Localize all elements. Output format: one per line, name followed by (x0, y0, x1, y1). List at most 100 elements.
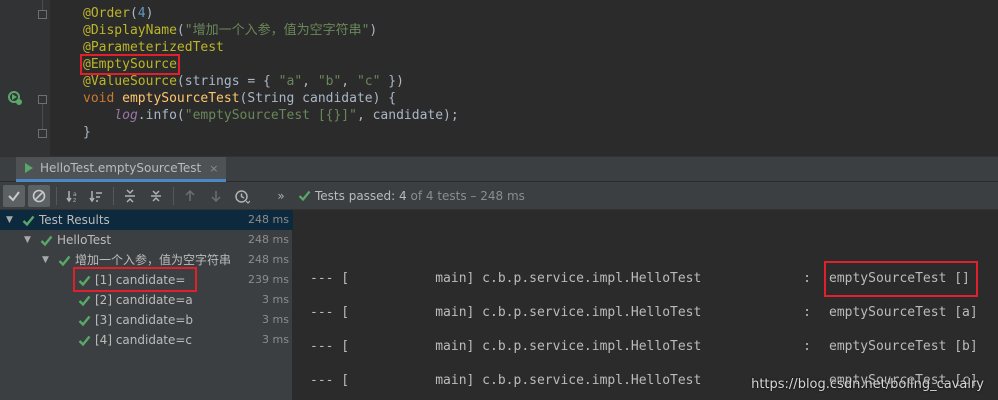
collapse-all-icon (151, 190, 161, 202)
code-token: @Order (83, 6, 130, 21)
code-token: "a" (278, 74, 303, 89)
code-line: } (83, 124, 459, 141)
test-duration: 3 ms (262, 313, 289, 326)
sort-az-icon: az (66, 191, 77, 203)
code-token: , (341, 74, 357, 89)
passed-check-icon (78, 335, 91, 347)
chevron-down-icon[interactable]: ▼ (42, 250, 49, 270)
code-token: (String candidate) { (239, 91, 397, 106)
code-line: @ValueSource(strings = { "a", "b", "c" }… (83, 73, 459, 90)
toolbar-separator (56, 187, 57, 205)
test-name: [4] candidate=c (95, 333, 193, 347)
test-tree-row[interactable]: [2] candidate=a 3 ms (0, 290, 293, 310)
show-passed-button[interactable] (3, 185, 25, 207)
annotation-highlight-box (824, 261, 978, 297)
close-icon[interactable]: × (209, 162, 218, 175)
fold-guide (42, 104, 43, 130)
code-token: , candidate); (356, 108, 459, 123)
test-tree-row[interactable]: ▼ Test Results 248 ms (0, 210, 293, 230)
console-output[interactable]: --- [ main] c.b.p.service.impl.HelloTest… (294, 210, 998, 400)
code-token: @DisplayName (83, 23, 177, 38)
passed-check-icon (22, 215, 35, 227)
fold-guide (42, 0, 43, 10)
fold-marker[interactable] (38, 129, 47, 138)
console-line-prefix: --- [ main] c.b.p.service.impl.HelloTest… (310, 305, 811, 320)
chevron-down-icon[interactable]: ▼ (6, 210, 13, 230)
code-token: (strings = { (176, 74, 279, 89)
code-editor[interactable]: @Order(4) @DisplayName("增加一个入参，值为空字符串") @P… (0, 0, 998, 156)
sort-duration-icon (89, 191, 102, 203)
fold-marker[interactable] (38, 10, 47, 19)
code-token: }) (380, 74, 404, 89)
collapse-all-button[interactable] (145, 185, 167, 207)
code-token: } (83, 125, 91, 140)
code-token: ( (176, 23, 185, 38)
run-test-gutter-icon[interactable] (7, 90, 23, 106)
test-duration: 3 ms (262, 293, 289, 306)
code-token: ) (145, 6, 154, 21)
console-line-prefix: --- [ main] c.b.p.service.impl.HelloTest… (310, 271, 811, 286)
code-token: "emptySourceTest [{}]" (184, 108, 357, 123)
run-tab-hellotest[interactable]: HelloTest.emptySourceTest × (16, 157, 227, 182)
code-token: .info( (137, 108, 185, 123)
code-token: ( (129, 6, 138, 21)
code-token: 4 (137, 6, 146, 21)
passed-check-icon (78, 295, 91, 307)
check-icon (8, 191, 20, 202)
console-line-message: emptySourceTest [a] (829, 305, 978, 320)
ignored-icon (32, 189, 46, 203)
status-passed-label: Tests passed: (315, 189, 400, 203)
code-line: void emptySourceTest(String candidate) { (83, 90, 459, 107)
run-config-icon (25, 163, 33, 173)
test-status: Tests passed: 4 of 4 tests – 248 ms (298, 182, 525, 210)
test-duration: 239 ms (248, 273, 289, 286)
code-line: @ParameterizedTest (83, 39, 459, 56)
double-chevron-icon: » (277, 189, 285, 203)
code-line: log.info("emptySourceTest [{}]", candida… (83, 107, 459, 124)
code-token: ) (369, 23, 378, 38)
watermark: https://blog.csdn.net/boling_cavalry (751, 377, 984, 392)
code-line: @DisplayName("增加一个入参，值为空字符串") (83, 22, 459, 39)
test-runner-toolbar: az » Tests passed: 4 of 4 tests – 248 ms (0, 182, 998, 210)
console-line-prefix: --- [ main] c.b.p.service.impl.HelloTest… (310, 339, 811, 354)
status-summary: of 4 tests – 248 ms (406, 189, 525, 203)
test-duration: 3 ms (262, 333, 289, 346)
test-results-tree[interactable]: ▼ Test Results 248 ms ▼ HelloTest 248 ms ▼ 增加一个… (0, 210, 293, 400)
test-tree-row[interactable]: ▼ HelloTest 248 ms (0, 230, 293, 250)
expand-all-icon (125, 189, 135, 203)
next-failed-test-button[interactable] (205, 185, 227, 207)
console-line-prefix: --- [ main] c.b.p.service.impl.HelloTest (310, 373, 733, 388)
arrow-up-icon (185, 189, 195, 201)
fold-marker[interactable] (38, 95, 47, 104)
test-duration: 248 ms (248, 213, 289, 226)
test-tree-row[interactable]: [4] candidate=c 3 ms (0, 330, 293, 350)
toolbar-separator (113, 187, 114, 205)
test-duration: 248 ms (248, 233, 289, 246)
chevron-down-icon[interactable]: ▼ (24, 230, 31, 250)
code-token: log (114, 108, 138, 123)
annotation-highlight-box (73, 267, 197, 292)
previous-failed-test-button[interactable] (179, 185, 201, 207)
passed-check-icon (40, 235, 53, 247)
status-passed-count: 4 (399, 189, 407, 203)
run-tool-window-tabs: HelloTest.emptySourceTest × (0, 156, 998, 182)
clock-icon (234, 189, 250, 204)
run-tab-label: HelloTest.emptySourceTest (40, 161, 202, 175)
test-name: HelloTest (57, 233, 112, 247)
show-ignored-button[interactable] (28, 185, 50, 207)
expand-all-button[interactable] (119, 185, 141, 207)
passed-check-icon (58, 255, 71, 267)
test-name: [2] candidate=a (95, 293, 193, 307)
sort-by-duration-button[interactable] (85, 185, 107, 207)
code-content: @Order(4) @DisplayName("增加一个入参，值为空字符串") @P… (80, 5, 459, 141)
test-tree-row[interactable]: [3] candidate=b 3 ms (0, 310, 293, 330)
test-tree-row[interactable]: [1] candidate= 239 ms (0, 267, 293, 292)
code-token: @ValueSource (83, 74, 177, 89)
test-name: Test Results (39, 213, 110, 227)
toolbar-overflow-button[interactable]: » (274, 185, 288, 207)
test-history-button[interactable] (231, 185, 253, 207)
test-duration: 248 ms (248, 253, 289, 266)
code-token: "增加一个入参，值为空字符串" (184, 23, 370, 38)
sort-alphabetically-button[interactable]: az (62, 185, 84, 207)
code-token: "b" (317, 74, 342, 89)
